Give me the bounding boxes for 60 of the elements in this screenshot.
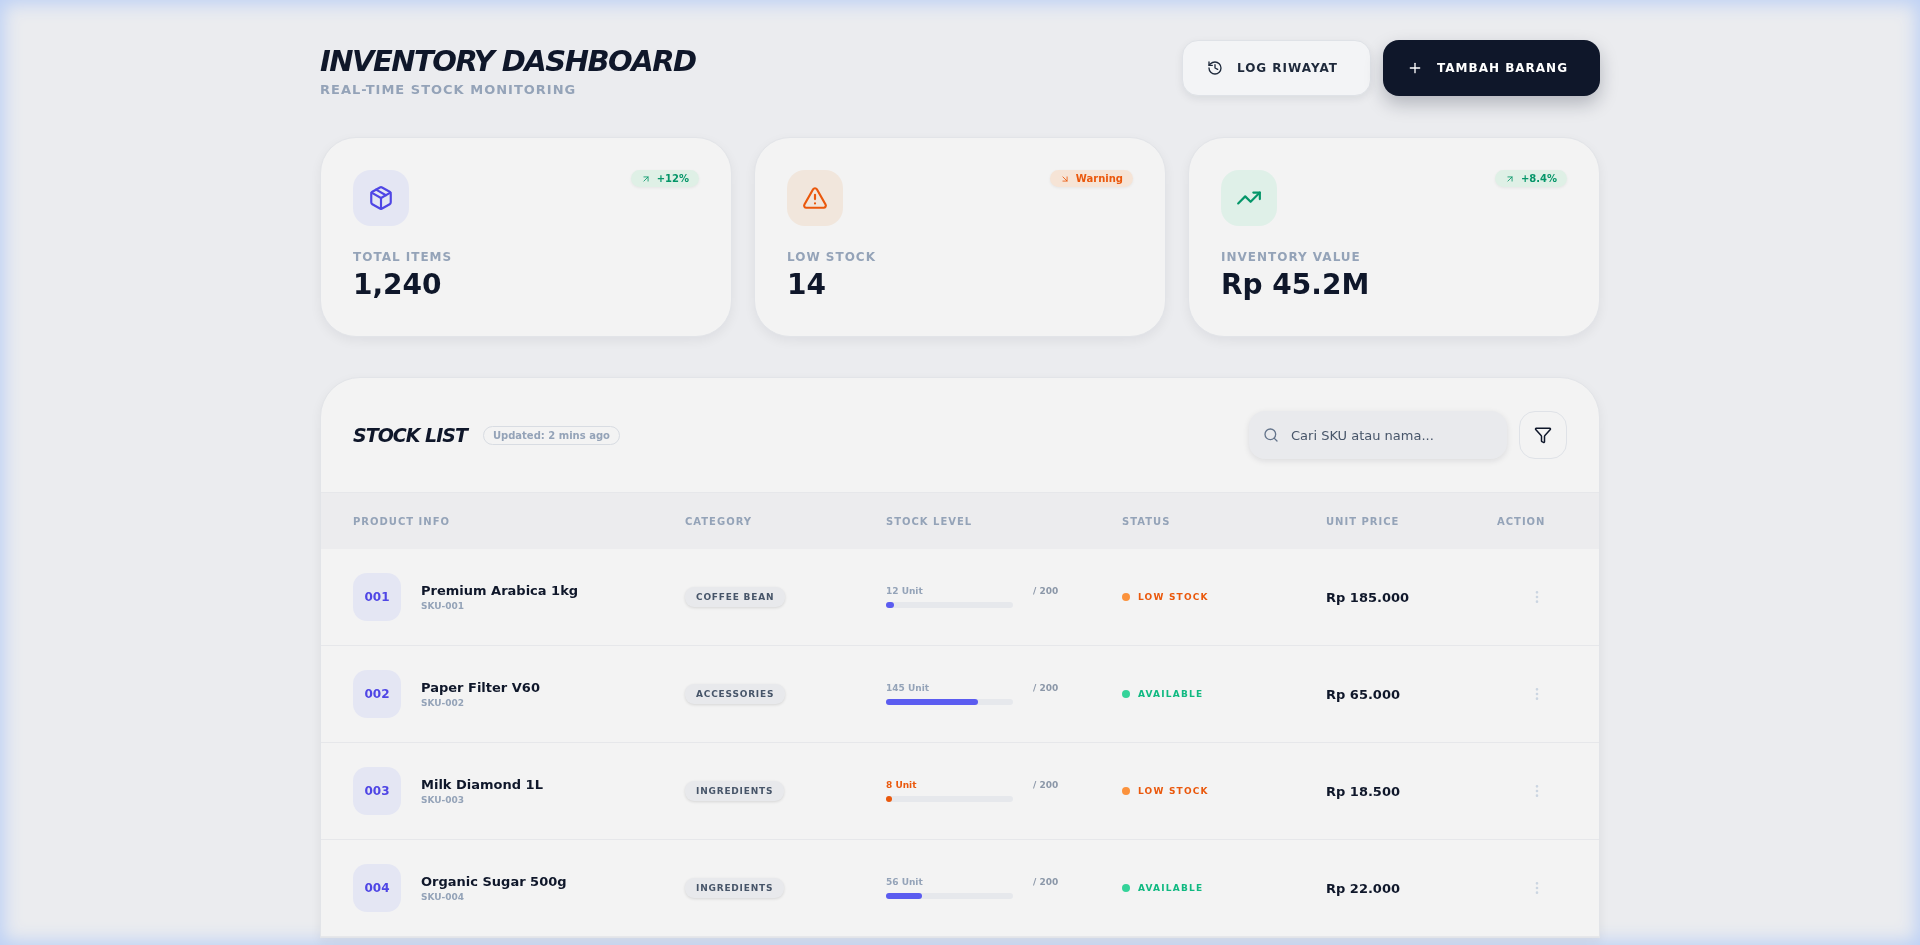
- product-sku: SKU-004: [421, 892, 466, 902]
- history-button[interactable]: LOG RIWAYAT: [1181, 40, 1371, 96]
- trend-badge: +12%: [630, 170, 699, 187]
- trend-badge: Warning: [1049, 170, 1133, 187]
- stock-max: / 200: [1033, 877, 1060, 887]
- stock-max: / 200: [1033, 586, 1060, 596]
- stock-max: / 200: [1033, 683, 1060, 693]
- unit-price: Rp 18.500: [1326, 783, 1401, 799]
- stock-count: 8 Unit: [886, 780, 918, 790]
- product-name: Organic Sugar 500g: [421, 874, 567, 889]
- category-tag: ACCESSORIES: [685, 684, 786, 704]
- product-name: Milk Diamond 1L: [421, 777, 543, 792]
- page-subtitle: REAL-TIME STOCK MONITORING: [320, 82, 578, 97]
- product-name: Premium Arabica 1kg: [421, 583, 579, 598]
- stock-max: / 200: [1033, 780, 1060, 790]
- stat-value: 1,240: [353, 268, 443, 301]
- stat-label: INVENTORY VALUE: [1221, 250, 1362, 264]
- column-header: CATEGORY: [685, 515, 753, 527]
- category-tag: COFFEE BEAN: [685, 587, 786, 607]
- product-code: 004: [353, 864, 401, 912]
- column-header: ACTION: [1497, 515, 1546, 527]
- status-label: LOW STOCK: [1138, 786, 1209, 796]
- stock-count: 12 Unit: [886, 586, 924, 596]
- product-code: 001: [353, 573, 401, 621]
- stat-value: Rp 45.2M: [1221, 268, 1371, 301]
- search-icon: [1263, 427, 1279, 443]
- warning-icon: [802, 185, 828, 211]
- stock-count: 56 Unit: [886, 877, 924, 887]
- status-label: AVAILABLE: [1138, 689, 1204, 699]
- product-sku: SKU-002: [421, 698, 466, 708]
- product-code: 003: [353, 767, 401, 815]
- column-header: UNIT PRICE: [1326, 515, 1400, 527]
- stat-value: 14: [787, 268, 827, 301]
- unit-price: Rp 65.000: [1326, 686, 1401, 702]
- product-sku: SKU-003: [421, 795, 466, 805]
- product-name: Paper Filter V60: [421, 680, 540, 695]
- product-code: 002: [353, 670, 401, 718]
- status-label: AVAILABLE: [1138, 883, 1204, 893]
- plus-icon: [1407, 60, 1423, 76]
- column-header: STATUS: [1122, 515, 1171, 527]
- page-title: INVENTORY DASHBOARD: [320, 44, 696, 78]
- stat-label: LOW STOCK: [787, 250, 877, 264]
- trend-badge: +8.4%: [1494, 170, 1567, 187]
- stat-label: TOTAL ITEMS: [353, 250, 454, 264]
- category-tag: INGREDIENTS: [685, 781, 785, 801]
- history-icon: [1206, 60, 1223, 76]
- category-tag: INGREDIENTS: [685, 878, 785, 898]
- status-label: LOW STOCK: [1138, 592, 1209, 602]
- unit-price: Rp 185.000: [1326, 589, 1411, 605]
- column-header: PRODUCT INFO: [353, 515, 450, 527]
- section-title: STOCK LIST: [353, 424, 467, 446]
- column-header: STOCK LEVEL: [886, 515, 973, 527]
- product-sku: SKU-001: [421, 601, 466, 611]
- filter-icon: [1534, 426, 1552, 444]
- filter-button[interactable]: [1519, 411, 1567, 459]
- add-item-button[interactable]: TAMBAH BARANG: [1383, 40, 1600, 96]
- search-field[interactable]: Cari SKU atau nama...: [1249, 411, 1507, 459]
- box-icon: [368, 185, 394, 211]
- stock-count: 145 Unit: [886, 683, 931, 693]
- unit-price: Rp 22.000: [1326, 880, 1401, 896]
